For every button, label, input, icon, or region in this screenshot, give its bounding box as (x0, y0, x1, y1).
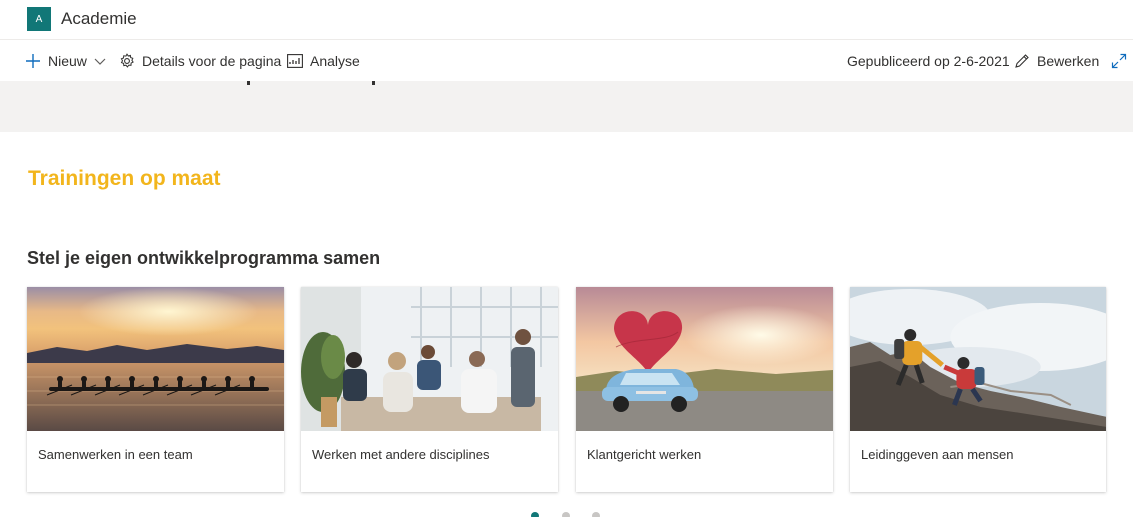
analyse-button[interactable]: Analyse (287, 41, 360, 81)
edit-button[interactable]: Bewerken (1014, 41, 1099, 81)
card-caption: Leidinggeven aan mensen (861, 447, 1014, 462)
climbers-helping-hand-image (850, 287, 1106, 431)
office-meeting-image (301, 287, 558, 431)
card-samenwerken[interactable]: Samenwerken in een team (27, 287, 284, 492)
published-status: Gepubliceerd op 2-6-2021 (847, 41, 1010, 81)
rowing-team-sunset-image (27, 287, 284, 431)
card-caption: Samenwerken in een team (38, 447, 193, 462)
section-title: Trainingen op maat (28, 167, 221, 190)
chart-icon (287, 54, 303, 68)
carousel-dot-3[interactable] (592, 512, 600, 517)
expand-icon (1111, 53, 1127, 69)
carousel-dot-1[interactable] (531, 512, 539, 517)
car-with-heart-image (576, 287, 833, 431)
site-title[interactable]: Academie (61, 9, 137, 29)
gear-icon (120, 53, 134, 68)
page-details-button[interactable]: Details voor de pagina (119, 41, 281, 81)
new-button-label: Nieuw (48, 53, 87, 69)
pencil-icon (1015, 54, 1029, 68)
card-disciplines[interactable]: Werken met andere disciplines (301, 287, 558, 492)
card-leidinggeven[interactable]: Leidinggeven aan mensen (850, 287, 1106, 492)
site-header: A Academie (0, 0, 1133, 40)
expand-button[interactable] (1111, 41, 1127, 81)
card-klantgericht[interactable]: Klantgericht werken (576, 287, 833, 492)
chevron-down-icon (94, 58, 106, 65)
analyse-label: Analyse (310, 53, 360, 69)
published-text: Gepubliceerd op 2-6-2021 (847, 53, 1010, 69)
page-banner (0, 81, 1133, 132)
carousel-dot-2[interactable] (562, 512, 570, 517)
card-caption: Werken met andere disciplines (312, 447, 490, 462)
page-details-label: Details voor de pagina (142, 53, 282, 69)
edit-label: Bewerken (1037, 53, 1100, 69)
banner-text-fragment (247, 81, 250, 85)
site-logo[interactable]: A (27, 7, 51, 31)
card-caption: Klantgericht werken (587, 447, 702, 462)
banner-text-fragment (372, 81, 375, 85)
section-subtitle: Stel je eigen ontwikkelprogramma samen (27, 248, 381, 268)
carousel-pagination (531, 512, 611, 517)
plus-icon (26, 54, 40, 68)
new-button[interactable]: Nieuw (25, 41, 107, 81)
command-bar: Nieuw Details voor de pagina Analyse Gep… (0, 41, 1133, 81)
